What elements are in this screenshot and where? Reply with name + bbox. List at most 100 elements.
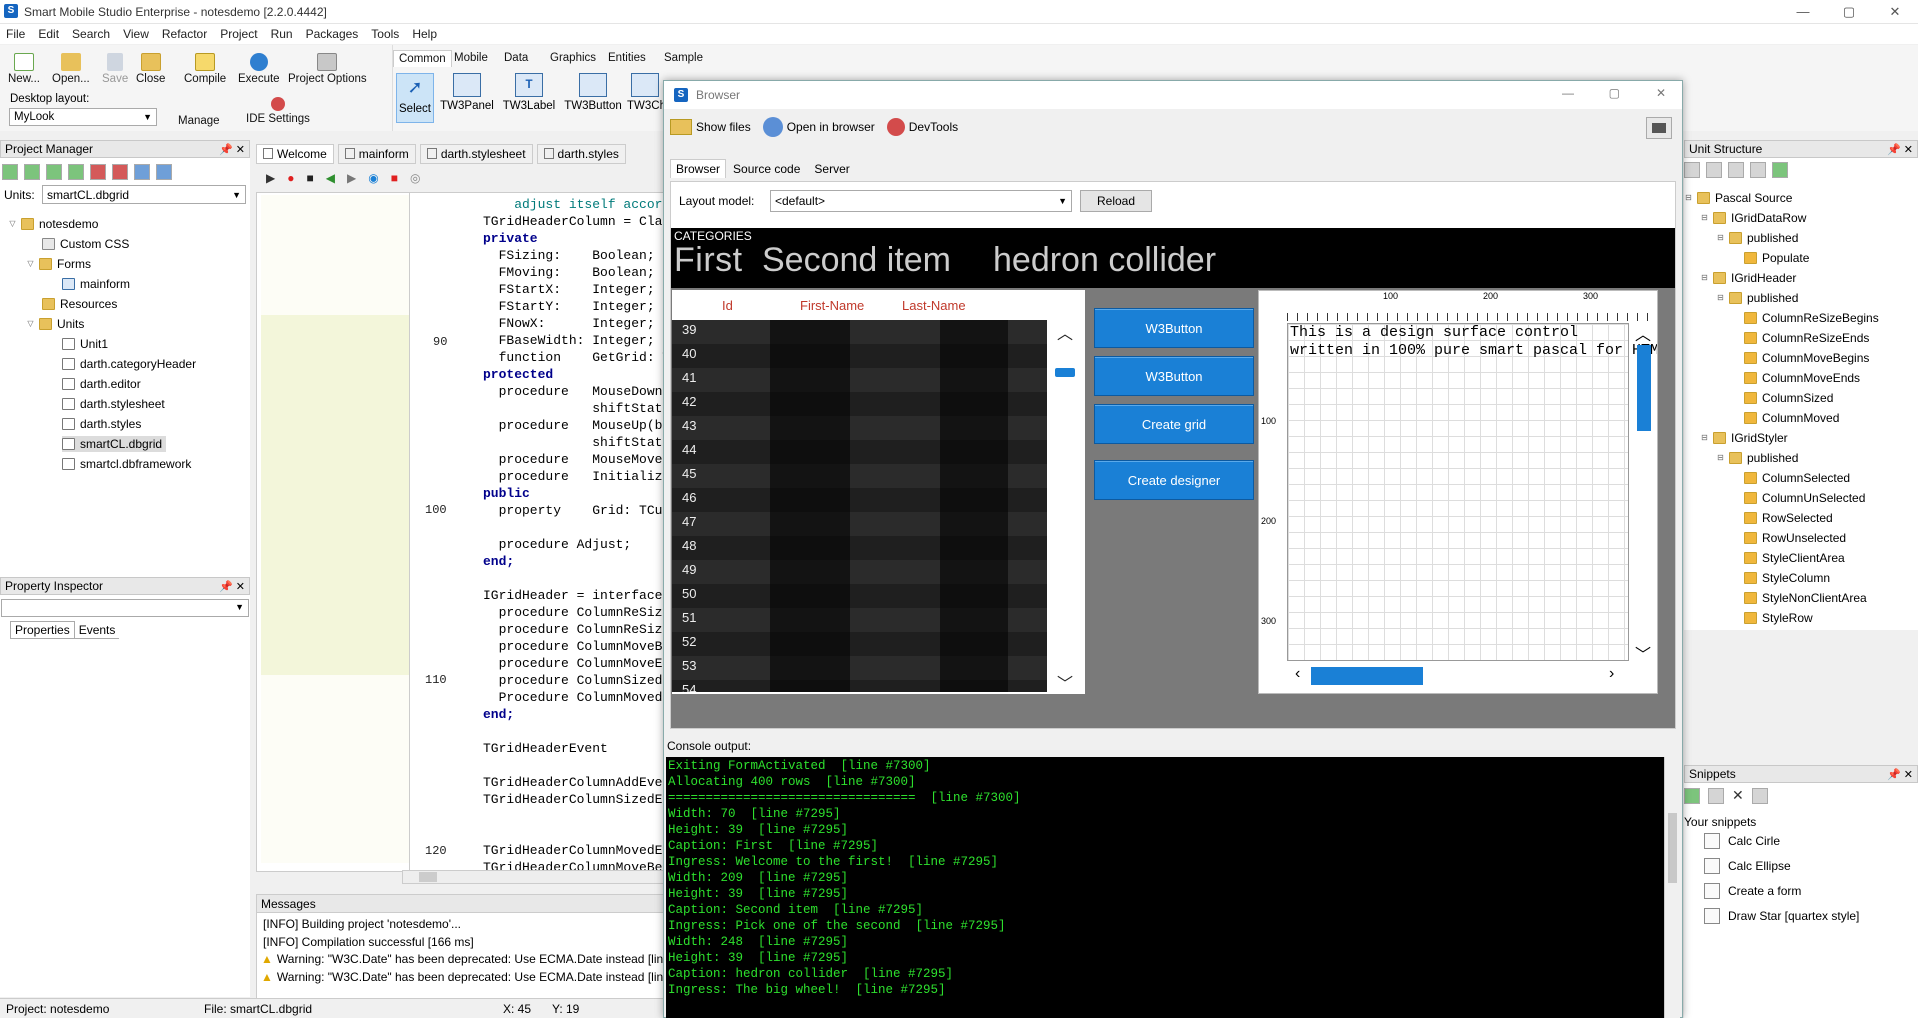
play-icon[interactable]: ▶ <box>266 171 275 185</box>
menu-run[interactable]: Run <box>271 27 293 41</box>
us-published[interactable]: ⊟ published <box>1716 230 1798 246</box>
manage-button[interactable]: Manage <box>178 97 220 127</box>
pin-icon[interactable]: 📌 ✕ <box>1887 143 1913 156</box>
tree-smartcl-dbgrid[interactable]: smartCL.dbgrid <box>62 436 167 452</box>
menu-project[interactable]: Project <box>220 27 257 41</box>
w3button-1[interactable]: W3Button <box>1094 308 1254 348</box>
us-method[interactable]: ColumnMoveEnds <box>1744 370 1860 386</box>
project-options-button[interactable]: Project Options <box>288 53 367 85</box>
close-button[interactable]: ✕ <box>1872 0 1918 24</box>
remove-icon[interactable] <box>90 164 106 180</box>
us-method[interactable]: ColumnReSizeEnds <box>1744 330 1869 346</box>
us-method[interactable]: ColumnSized <box>1744 390 1833 406</box>
code-text[interactable]: adjust itself accor TGridHeaderColumn = … <box>467 193 663 871</box>
menu-search[interactable]: Search <box>72 27 110 41</box>
us-method[interactable]: ColumnMoved <box>1744 410 1839 426</box>
tree-darth-stylesheet[interactable]: darth.stylesheet <box>62 396 165 412</box>
scrollbar-thumb[interactable] <box>1668 813 1677 883</box>
scrollbar-thumb[interactable] <box>1055 368 1075 377</box>
editor-tab-mainform[interactable]: mainform <box>337 144 416 164</box>
filter-icon[interactable] <box>1706 162 1722 178</box>
tree-darth-categoryheader[interactable]: darth.categoryHeader <box>62 356 196 372</box>
us-pascal-source[interactable]: ⊟ Pascal Source <box>1684 190 1792 206</box>
collapse-icon[interactable]: ⊟ <box>1716 293 1725 303</box>
delete-snippet-icon[interactable]: ✕ <box>1732 787 1744 804</box>
palette-tw3label[interactable]: T TW3Label <box>501 73 557 112</box>
tree-icon[interactable] <box>1750 162 1766 178</box>
tree-unit1[interactable]: Unit1 <box>62 336 108 352</box>
editor-tab-darth-styles[interactable]: darth.styles <box>536 144 626 164</box>
show-files-button[interactable]: Show files <box>670 119 751 135</box>
copy-icon[interactable] <box>134 164 150 180</box>
snippet-item[interactable]: Calc Cirle <box>1704 833 1780 849</box>
add-file-icon[interactable] <box>68 164 84 180</box>
step-icon[interactable]: ◉ <box>368 171 378 185</box>
browser-tab-source-code[interactable]: Source code <box>726 160 807 178</box>
scrollbar-thumb[interactable] <box>419 872 437 882</box>
layout-select[interactable]: MyLook ▼ <box>9 108 157 126</box>
add-icon[interactable] <box>2 164 18 180</box>
collapse-icon[interactable]: ▽ <box>8 219 17 229</box>
collapse-icon[interactable]: ⊟ <box>1700 213 1709 223</box>
grid-header-last-name[interactable]: Last-Name <box>902 298 966 313</box>
menu-tools[interactable]: Tools <box>371 27 399 41</box>
new-button[interactable]: New... <box>8 53 40 85</box>
component-select[interactable]: ▼ <box>1 599 249 617</box>
scroll-up-icon[interactable]: ︿ <box>1635 321 1651 345</box>
palette-tab-data[interactable]: Data <box>499 50 533 66</box>
us-published[interactable]: ⊟ published <box>1716 290 1798 306</box>
copy-snippet-icon[interactable] <box>1751 787 1768 804</box>
us-igriddatarow[interactable]: ⊟ IGridDataRow <box>1700 210 1806 226</box>
us-method[interactable]: ColumnSelected <box>1744 470 1850 486</box>
snippet-item[interactable]: Create a form <box>1704 883 1801 899</box>
scroll-right-icon[interactable]: › <box>1609 665 1614 683</box>
collapse-icon[interactable]: ▽ <box>26 259 35 269</box>
us-igridstyler[interactable]: ⊟ IGridStyler <box>1700 430 1788 446</box>
minimize-button[interactable]: — <box>1562 86 1574 100</box>
reload-button[interactable]: Reload <box>1080 190 1152 212</box>
palette-tab-mobile[interactable]: Mobile <box>449 50 493 66</box>
palette-tw3panel[interactable]: TW3Panel <box>439 73 495 112</box>
menu-help[interactable]: Help <box>412 27 437 41</box>
us-method[interactable]: StyleNonClientArea <box>1744 590 1867 606</box>
breakpoint-icon[interactable]: ■ <box>391 171 398 185</box>
palette-tab-common[interactable]: Common <box>393 50 452 67</box>
grid-header-first-name[interactable]: First-Name <box>800 298 864 313</box>
snippet-item[interactable]: Calc Ellipse <box>1704 858 1791 874</box>
grid-header-id[interactable]: Id <box>722 298 733 313</box>
tab-properties[interactable]: Properties <box>10 621 75 638</box>
collapse-icon[interactable]: ▽ <box>26 319 35 329</box>
collapse-icon[interactable]: ⊟ <box>1716 233 1725 243</box>
sort-icon[interactable] <box>1684 162 1700 178</box>
watch-icon[interactable]: ◎ <box>410 171 420 185</box>
w3button-2[interactable]: W3Button <box>1094 356 1254 396</box>
menu-view[interactable]: View <box>123 27 149 41</box>
print-icon[interactable] <box>1728 162 1744 178</box>
us-method[interactable]: ColumnUnSelected <box>1744 490 1865 506</box>
devtools-button[interactable]: DevTools <box>886 118 958 136</box>
menu-packages[interactable]: Packages <box>306 27 359 41</box>
save-button[interactable]: Save <box>102 53 128 85</box>
palette-tab-graphics[interactable]: Graphics <box>545 50 601 66</box>
palette-tab-entities[interactable]: Entities <box>603 50 651 66</box>
palette-select[interactable]: ➚ Select <box>396 73 434 123</box>
tree-resources[interactable]: Resources <box>42 296 117 312</box>
units-select[interactable]: smartCL.dbgrid ▼ <box>42 185 246 204</box>
stop-icon[interactable]: ■ <box>306 171 313 185</box>
browser-tab-server[interactable]: Server <box>807 160 856 178</box>
minimize-button[interactable]: — <box>1780 0 1826 24</box>
palette-tab-sample[interactable]: Sample <box>659 50 708 66</box>
scroll-down-icon[interactable]: ﹀ <box>1635 641 1651 665</box>
console-output[interactable]: Exiting FormActivated [line #7300] Alloc… <box>666 757 1680 1018</box>
scroll-up-icon[interactable]: ︿ <box>1057 320 1073 344</box>
category-hedron-collider[interactable]: hedron collider <box>993 241 1216 280</box>
menu-refactor[interactable]: Refactor <box>162 27 207 41</box>
tree-mainform[interactable]: mainform <box>62 276 130 292</box>
browser-tab-browser[interactable]: Browser <box>670 159 727 178</box>
tree-forms[interactable]: ▽ Forms <box>26 256 91 272</box>
back-icon[interactable]: ◀ <box>326 171 335 185</box>
maximize-button[interactable]: ▢ <box>1826 0 1872 24</box>
edit-snippet-icon[interactable] <box>1708 787 1724 804</box>
editor-horizontal-scrollbar[interactable] <box>402 870 664 884</box>
palette-tw3ch[interactable]: TW3Ch <box>627 73 663 112</box>
